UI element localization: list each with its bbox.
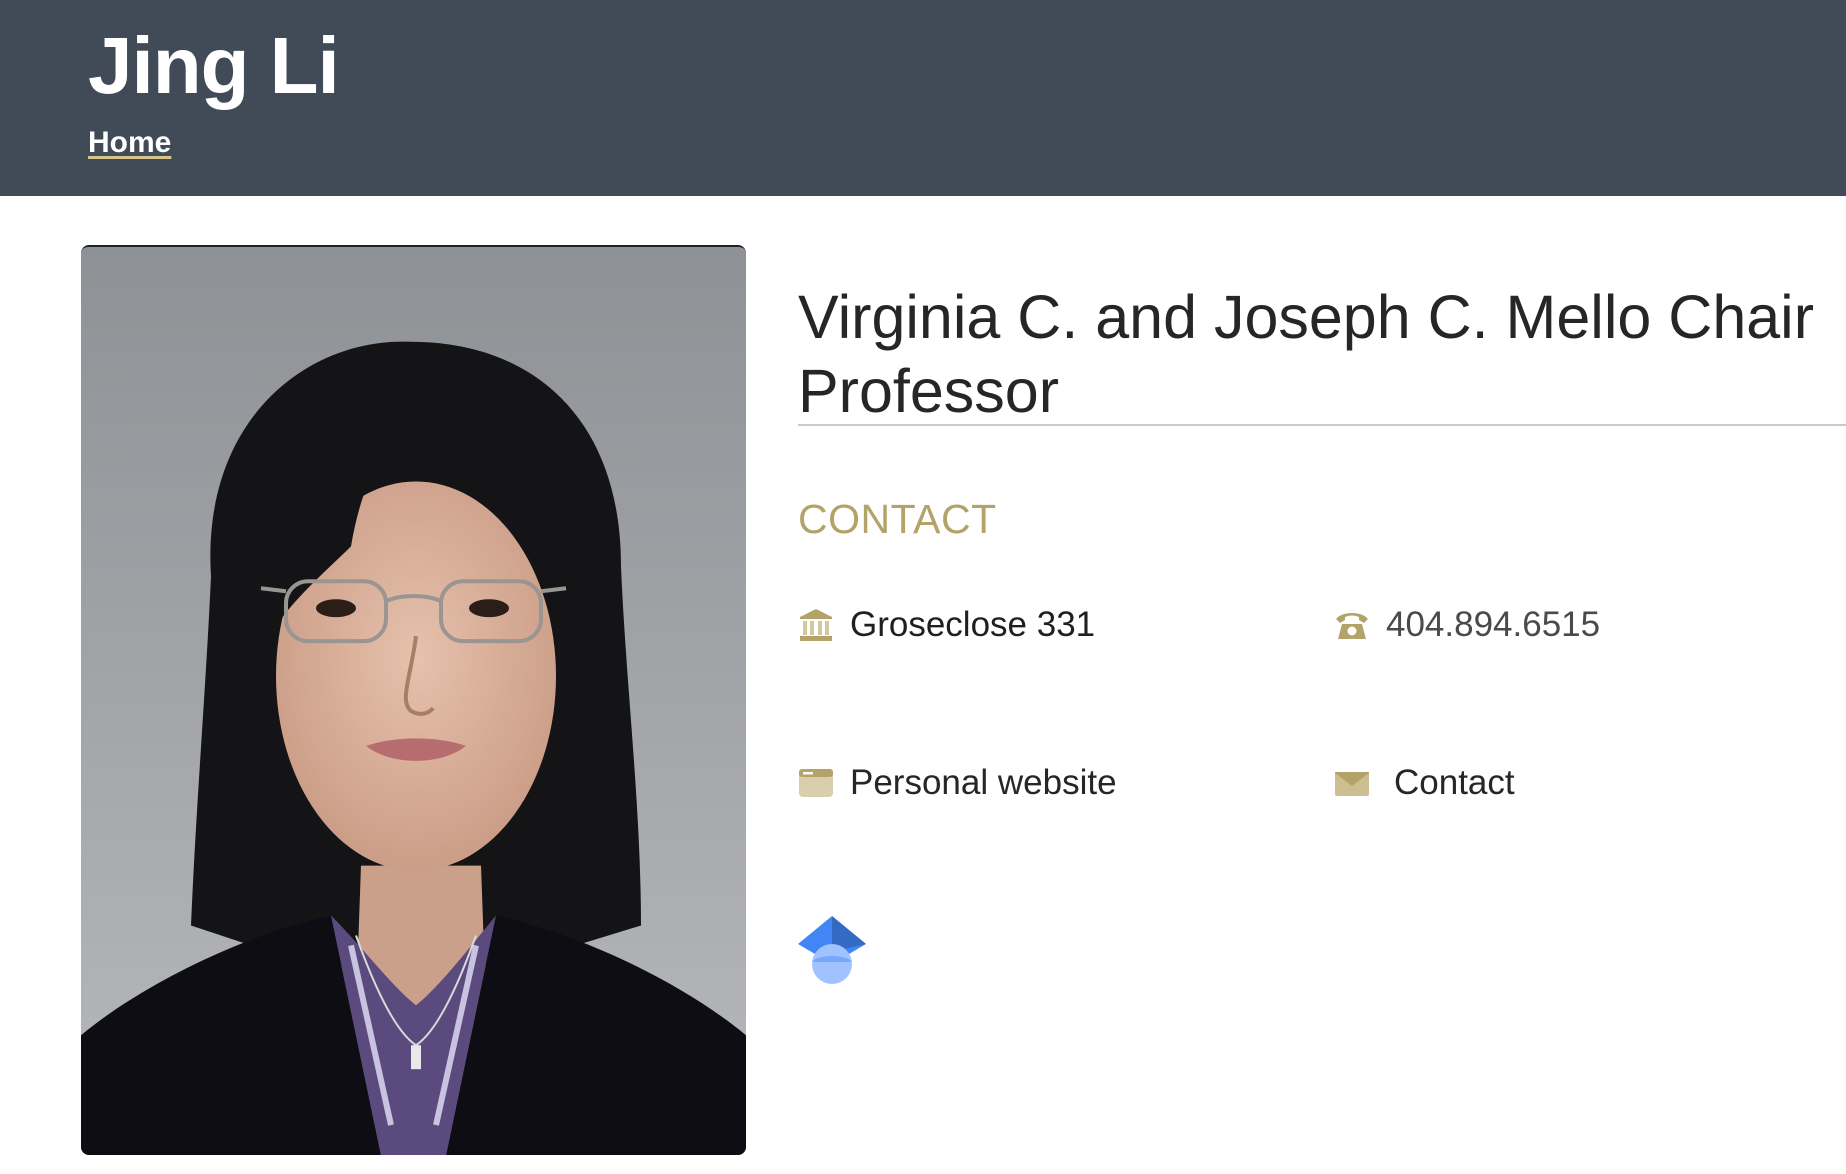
page-title: Jing Li [88,21,340,110]
contact-label: Contact [1394,763,1515,802]
personal-website-link[interactable]: Personal website [798,758,1117,808]
breadcrumb-home-link[interactable]: Home [88,126,171,160]
envelope-icon [1334,765,1370,801]
title-divider [798,424,1846,426]
address-text: Groseclose 331 [850,605,1096,644]
building-icon [798,607,834,643]
profile-portrait [81,245,746,1155]
contact-heading: CONTACT [798,496,997,542]
google-scholar-link[interactable] [796,912,868,984]
phone-icon [1334,607,1370,643]
site-header: Jing Li Home [0,0,1846,196]
phone-number[interactable]: 404.894.6515 [1386,605,1600,645]
google-scholar-icon [796,912,868,984]
contact-phone: 404.894.6515 [1334,600,1600,650]
email-contact-link[interactable]: Contact [1334,758,1515,808]
contact-address: Groseclose 331 [798,600,1095,650]
browser-window-icon [798,765,834,801]
website-label: Personal website [850,763,1117,802]
job-title: Virginia C. and Joseph C. Mello Chair Pr… [798,283,1815,425]
